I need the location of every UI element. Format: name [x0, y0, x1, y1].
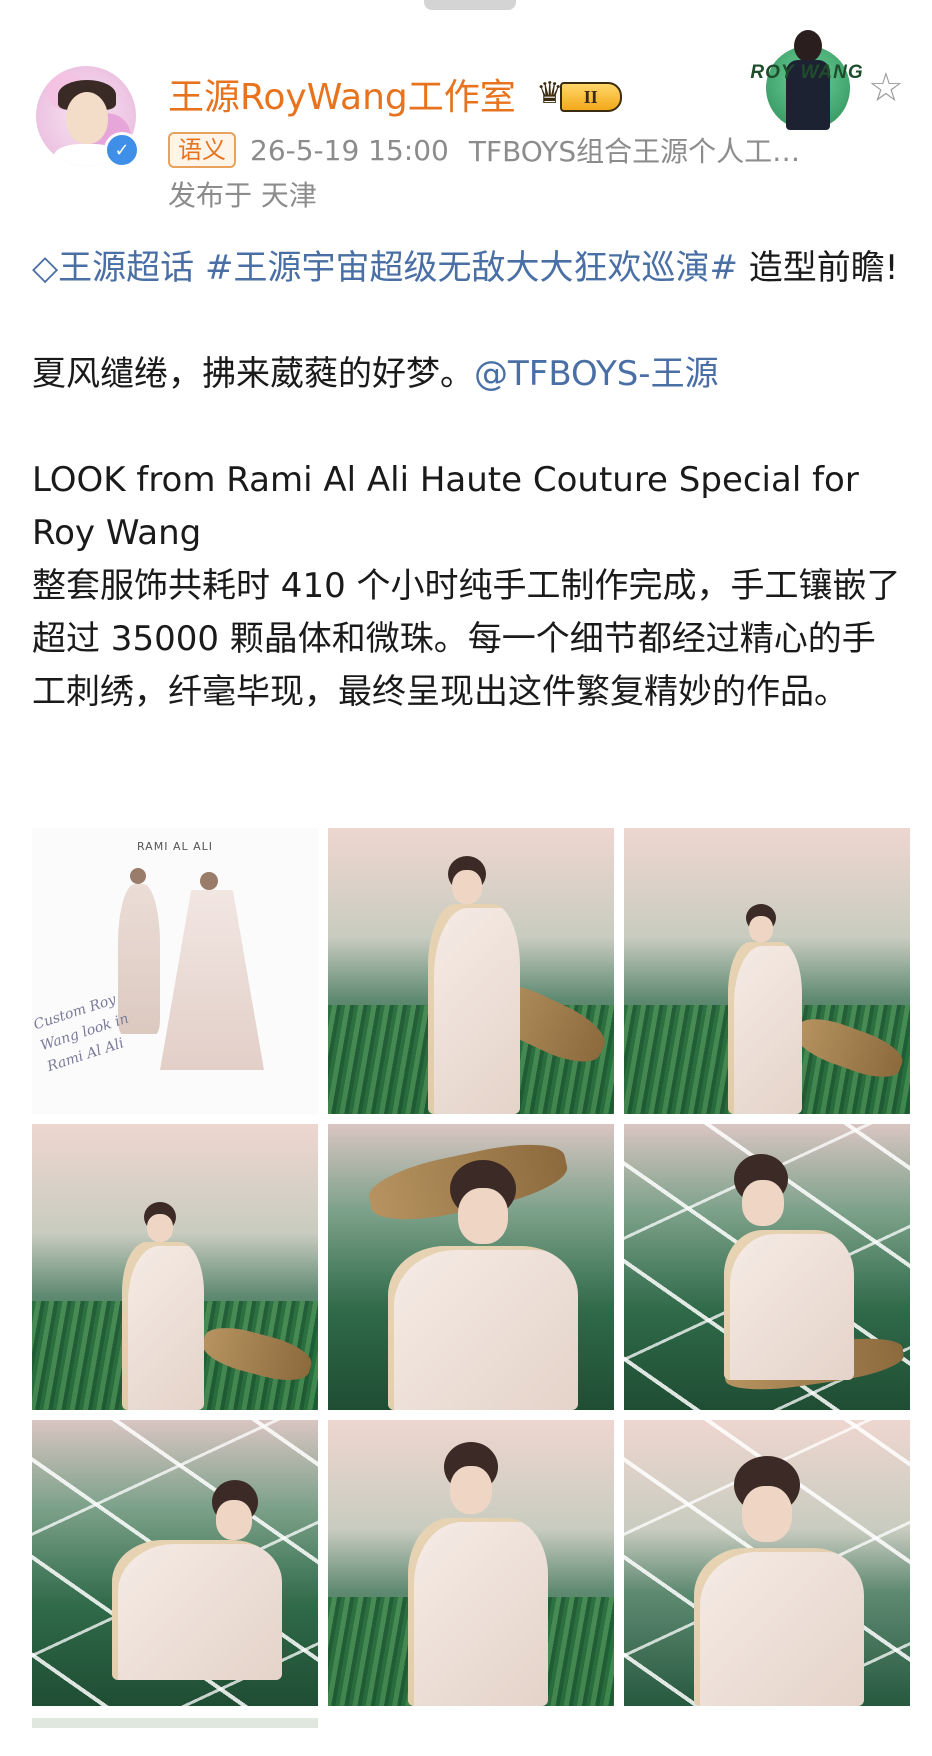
- image-tile-2[interactable]: [328, 828, 614, 1114]
- post-line-2: 夏风缱绻，拂来葳蕤的好梦。: [32, 354, 474, 394]
- model-figure: [72, 1480, 292, 1706]
- source-tag[interactable]: 语义: [168, 132, 236, 168]
- model-figure: [388, 1442, 558, 1706]
- meta-row: 语义 26-5-19 15:00 TFBOYS组合王源个人工…: [168, 130, 800, 170]
- post-location: 发布于 天津: [168, 179, 317, 212]
- model-face: [450, 1466, 492, 1514]
- fan-card-head: [794, 30, 822, 62]
- model-coat: [112, 1540, 282, 1680]
- name-row: 王源RoyWang工作室 ♛ II: [168, 68, 626, 120]
- model-figure: [418, 856, 538, 1114]
- model-coat: [388, 1246, 578, 1410]
- image-tile-3[interactable]: [624, 828, 910, 1114]
- model-figure: [116, 1202, 212, 1410]
- avatar[interactable]: ✓: [36, 66, 140, 168]
- image-tile-8[interactable]: [328, 1420, 614, 1706]
- model-face: [452, 870, 482, 904]
- post-paragraph-2: 夏风缱绻，拂来葳蕤的好梦。@TFBOYS-王源: [32, 348, 908, 401]
- verified-check-icon: ✓: [104, 132, 140, 168]
- hashtag-link[interactable]: #王源宇宙超级无敌大大狂欢巡演#: [205, 248, 738, 288]
- image-tile-9[interactable]: [624, 1420, 910, 1706]
- sketch-figure-head-1: [130, 868, 146, 884]
- model-coat: [428, 904, 520, 1114]
- post-line-1-suffix: 造型前瞻!: [737, 248, 899, 288]
- image-tile-1-sketch[interactable]: RAMI AL ALI Custom Roy Wang look in Rami…: [32, 828, 318, 1114]
- avatar-face: [66, 92, 108, 144]
- model-coat: [408, 1518, 548, 1706]
- model-face: [742, 1486, 792, 1542]
- image-tile-5[interactable]: [328, 1124, 614, 1410]
- post-line-4: 整套服饰共耗时 410 个小时纯手工制作完成，手工镶嵌了超过 35000 颗晶体…: [32, 566, 901, 712]
- supertopic-link[interactable]: ◇王源超话: [32, 248, 194, 288]
- post-line-3: LOOK from Rami Al Ali Haute Couture Spec…: [32, 460, 859, 553]
- model-figure: [720, 904, 810, 1114]
- diamond-icon: ◇: [32, 248, 59, 288]
- drag-handle[interactable]: [424, 0, 516, 10]
- mention-link[interactable]: @TFBOYS-王源: [474, 354, 719, 394]
- model-face: [749, 916, 773, 942]
- model-face: [458, 1188, 508, 1244]
- image-tile-6[interactable]: [624, 1124, 910, 1410]
- image-tile-4[interactable]: [32, 1124, 318, 1410]
- vip-badge[interactable]: ♛ II: [530, 76, 626, 112]
- fan-card-text: ROY WANG: [750, 62, 864, 83]
- star-outline-icon[interactable]: ☆: [868, 68, 904, 108]
- model-coat: [122, 1242, 204, 1410]
- sketch-figure-2: [160, 890, 264, 1070]
- fan-card-decoration[interactable]: ROY WANG ☆: [742, 24, 904, 144]
- model-figure: [368, 1160, 588, 1410]
- model-coat: [694, 1548, 864, 1706]
- model-face: [216, 1500, 252, 1540]
- model-coat: [728, 942, 802, 1114]
- model-face: [147, 1214, 173, 1242]
- model-figure: [674, 1456, 874, 1706]
- sketch-brand: RAMI AL ALI: [136, 840, 213, 853]
- sketch-figure-head-2: [200, 872, 218, 890]
- post-content: ◇王源超话 #王源宇宙超级无敌大大狂欢巡演# 造型前瞻! 夏风缱绻，拂来葳蕤的好…: [32, 242, 908, 719]
- model-coat: [724, 1230, 854, 1380]
- post-paragraph-1: ◇王源超话 #王源宇宙超级无敌大大狂欢巡演# 造型前瞻!: [32, 242, 908, 295]
- supertopic-label: 王源超话: [58, 248, 195, 288]
- account-name[interactable]: 王源RoyWang工作室: [168, 68, 516, 120]
- image-tile-7[interactable]: [32, 1420, 318, 1706]
- vip-level: II: [559, 82, 622, 112]
- model-face: [742, 1180, 784, 1226]
- post-time: 26-5-19 15:00: [250, 133, 449, 167]
- post-header: ✓ 王源RoyWang工作室 ♛ II 语义 26-5-19 15:00 TFB…: [0, 30, 932, 212]
- next-image-row-peek: [32, 1718, 318, 1728]
- model-figure: [694, 1154, 874, 1410]
